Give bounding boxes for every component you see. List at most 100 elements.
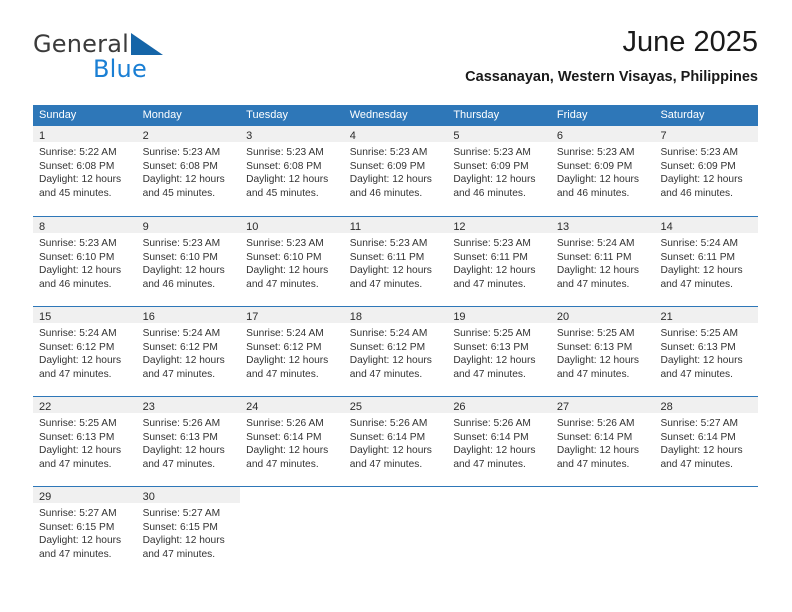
day-number: 10 bbox=[246, 221, 259, 233]
day-cell[interactable]: 4 Sunrise: 5:23 AM Sunset: 6:09 PM Dayli… bbox=[343, 126, 448, 216]
day-number-band bbox=[240, 487, 344, 503]
daylight-text-line1: Daylight: 12 hours bbox=[246, 174, 329, 186]
day-number: 6 bbox=[556, 130, 564, 142]
day-cell[interactable]: 2 Sunrise: 5:23 AM Sunset: 6:08 PM Dayli… bbox=[136, 126, 241, 216]
day-cell[interactable]: 12 Sunrise: 5:23 AM Sunset: 6:11 PM Dayl… bbox=[447, 217, 551, 306]
day-info: Sunrise: 5:26 AM Sunset: 6:14 PM Dayligh… bbox=[240, 413, 344, 471]
daylight-text-line2: and 46 minutes. bbox=[39, 278, 112, 290]
day-cell[interactable]: 3 Sunrise: 5:23 AM Sunset: 6:08 PM Dayli… bbox=[240, 126, 344, 216]
day-number-band: 14 bbox=[654, 217, 759, 233]
sunset-text: Sunset: 6:15 PM bbox=[39, 521, 115, 533]
day-number: 15 bbox=[39, 311, 52, 323]
sunset-text: Sunset: 6:14 PM bbox=[349, 431, 426, 443]
day-number: 7 bbox=[660, 130, 667, 142]
weekday-header-thursday: Thursday bbox=[453, 109, 500, 121]
daylight-text-line2: and 47 minutes. bbox=[39, 458, 112, 470]
daylight-text-line1: Daylight: 12 hours bbox=[39, 265, 122, 277]
day-info: Sunrise: 5:24 AM Sunset: 6:12 PM Dayligh… bbox=[344, 323, 448, 381]
day-cell[interactable]: 20 Sunrise: 5:25 AM Sunset: 6:13 PM Dayl… bbox=[550, 307, 655, 396]
day-cell[interactable]: 23 Sunrise: 5:26 AM Sunset: 6:13 PM Dayl… bbox=[136, 397, 241, 486]
day-cell[interactable]: 9 Sunrise: 5:23 AM Sunset: 6:10 PM Dayli… bbox=[136, 217, 241, 306]
day-number-band: 18 bbox=[343, 307, 448, 323]
week-row: 1 Sunrise: 5:22 AM Sunset: 6:08 PM Dayli… bbox=[33, 126, 759, 216]
day-cell[interactable]: 5 Sunrise: 5:23 AM Sunset: 6:09 PM Dayli… bbox=[447, 126, 551, 216]
daylight-text-line1: Daylight: 12 hours bbox=[660, 174, 743, 186]
day-number: 21 bbox=[660, 311, 673, 323]
daylight-text-line1: Daylight: 12 hours bbox=[142, 535, 225, 547]
sunset-text: Sunset: 6:10 PM bbox=[142, 251, 218, 263]
daylight-text-line1: Daylight: 12 hours bbox=[349, 174, 432, 186]
day-number: 13 bbox=[556, 221, 570, 233]
sunrise-text: Sunrise: 5:26 AM bbox=[349, 418, 428, 429]
day-cell[interactable]: 10 Sunrise: 5:23 AM Sunset: 6:10 PM Dayl… bbox=[240, 217, 344, 306]
day-number-band: 30 bbox=[136, 487, 241, 503]
day-cell[interactable]: 7 Sunrise: 5:23 AM Sunset: 6:09 PM Dayli… bbox=[654, 126, 759, 216]
day-info: Sunrise: 5:27 AM Sunset: 6:15 PM Dayligh… bbox=[137, 503, 241, 561]
day-number-band: 1 bbox=[33, 126, 137, 142]
sunset-text: Sunset: 6:08 PM bbox=[142, 160, 218, 172]
sunset-text: Sunset: 6:12 PM bbox=[142, 341, 218, 353]
sunrise-text: Sunrise: 5:23 AM bbox=[349, 147, 428, 158]
day-info: Sunrise: 5:23 AM Sunset: 6:09 PM Dayligh… bbox=[551, 142, 655, 200]
day-cell[interactable]: 21 Sunrise: 5:25 AM Sunset: 6:13 PM Dayl… bbox=[654, 307, 759, 396]
day-number-band: 17 bbox=[240, 307, 344, 323]
weekday-header-row: Sunday Monday Tuesday Wednesday Thursday… bbox=[33, 105, 758, 126]
sunrise-text: Sunrise: 5:26 AM bbox=[453, 418, 531, 429]
sunrise-text: Sunrise: 5:23 AM bbox=[453, 147, 531, 158]
day-cell[interactable]: 13 Sunrise: 5:24 AM Sunset: 6:11 PM Dayl… bbox=[550, 217, 655, 306]
generalblue-logo[interactable]: General Blue bbox=[33, 30, 253, 86]
daylight-text-line1: Daylight: 12 hours bbox=[556, 445, 640, 457]
day-number: 14 bbox=[660, 221, 673, 233]
day-cell[interactable]: 14 Sunrise: 5:24 AM Sunset: 6:11 PM Dayl… bbox=[654, 217, 759, 306]
day-cell[interactable]: 6 Sunrise: 5:23 AM Sunset: 6:09 PM Dayli… bbox=[550, 126, 655, 216]
daylight-text-line2: and 47 minutes. bbox=[453, 368, 526, 380]
day-number: 27 bbox=[556, 401, 570, 413]
daylight-text-line2: and 47 minutes. bbox=[556, 458, 630, 470]
day-info: Sunrise: 5:24 AM Sunset: 6:11 PM Dayligh… bbox=[551, 233, 655, 291]
weekday-header-tuesday: Tuesday bbox=[246, 109, 288, 121]
daylight-text-line1: Daylight: 12 hours bbox=[349, 445, 432, 457]
day-cell[interactable]: 22 Sunrise: 5:25 AM Sunset: 6:13 PM Dayl… bbox=[33, 397, 137, 486]
daylight-text-line2: and 47 minutes. bbox=[349, 278, 423, 290]
calendar-page: General Blue June 2025 Cassanayan, Weste… bbox=[0, 0, 792, 612]
sunset-text: Sunset: 6:15 PM bbox=[142, 521, 218, 533]
day-number: 16 bbox=[142, 311, 155, 323]
sunrise-text: Sunrise: 5:24 AM bbox=[246, 328, 324, 339]
day-number-band bbox=[551, 487, 655, 503]
day-cell[interactable]: 24 Sunrise: 5:26 AM Sunset: 6:14 PM Dayl… bbox=[240, 397, 344, 486]
sunset-text: Sunset: 6:08 PM bbox=[39, 160, 115, 172]
day-cell[interactable]: 26 Sunrise: 5:26 AM Sunset: 6:14 PM Dayl… bbox=[447, 397, 551, 486]
day-cell[interactable]: 28 Sunrise: 5:27 AM Sunset: 6:14 PM Dayl… bbox=[654, 397, 759, 486]
day-cell[interactable]: 1 Sunrise: 5:22 AM Sunset: 6:08 PM Dayli… bbox=[33, 126, 137, 216]
daylight-text-line1: Daylight: 12 hours bbox=[39, 174, 122, 186]
sunset-text: Sunset: 6:13 PM bbox=[142, 431, 218, 443]
day-number-band: 4 bbox=[343, 126, 448, 142]
daylight-text-line2: and 46 minutes. bbox=[660, 187, 733, 199]
day-number-band: 5 bbox=[447, 126, 551, 142]
daylight-text-line1: Daylight: 12 hours bbox=[556, 265, 640, 277]
day-cell[interactable]: 16 Sunrise: 5:24 AM Sunset: 6:12 PM Dayl… bbox=[136, 307, 241, 396]
title-block: June 2025 Cassanayan, Western Visayas, P… bbox=[465, 24, 758, 87]
day-info: Sunrise: 5:26 AM Sunset: 6:13 PM Dayligh… bbox=[137, 413, 241, 471]
day-cell[interactable]: 30 Sunrise: 5:27 AM Sunset: 6:15 PM Dayl… bbox=[136, 487, 241, 576]
day-cell[interactable]: 25 Sunrise: 5:26 AM Sunset: 6:14 PM Dayl… bbox=[343, 397, 448, 486]
daylight-text-line1: Daylight: 12 hours bbox=[39, 535, 122, 547]
daylight-text-line1: Daylight: 12 hours bbox=[349, 265, 432, 277]
daylight-text-line2: and 45 minutes. bbox=[246, 187, 319, 199]
day-cell-empty bbox=[240, 487, 344, 576]
day-info: Sunrise: 5:23 AM Sunset: 6:10 PM Dayligh… bbox=[240, 233, 344, 291]
day-cell[interactable]: 11 Sunrise: 5:23 AM Sunset: 6:11 PM Dayl… bbox=[343, 217, 448, 306]
day-cell[interactable]: 8 Sunrise: 5:23 AM Sunset: 6:10 PM Dayli… bbox=[33, 217, 137, 306]
day-cell[interactable]: 29 Sunrise: 5:27 AM Sunset: 6:15 PM Dayl… bbox=[33, 487, 137, 576]
daylight-text-line2: and 47 minutes. bbox=[142, 368, 216, 380]
day-cell[interactable]: 19 Sunrise: 5:25 AM Sunset: 6:13 PM Dayl… bbox=[447, 307, 551, 396]
week-row: 29 Sunrise: 5:27 AM Sunset: 6:15 PM Dayl… bbox=[33, 486, 758, 576]
day-cell[interactable]: 18 Sunrise: 5:24 AM Sunset: 6:12 PM Dayl… bbox=[343, 307, 448, 396]
sunset-text: Sunset: 6:10 PM bbox=[246, 251, 322, 263]
day-cell[interactable]: 17 Sunrise: 5:24 AM Sunset: 6:12 PM Dayl… bbox=[240, 307, 344, 396]
day-cell[interactable]: 27 Sunrise: 5:26 AM Sunset: 6:14 PM Dayl… bbox=[550, 397, 655, 486]
logo-text-general: General bbox=[33, 30, 129, 58]
day-cell[interactable]: 15 Sunrise: 5:24 AM Sunset: 6:12 PM Dayl… bbox=[33, 307, 137, 396]
sunrise-text: Sunrise: 5:26 AM bbox=[556, 418, 635, 429]
day-number: 4 bbox=[349, 130, 356, 142]
